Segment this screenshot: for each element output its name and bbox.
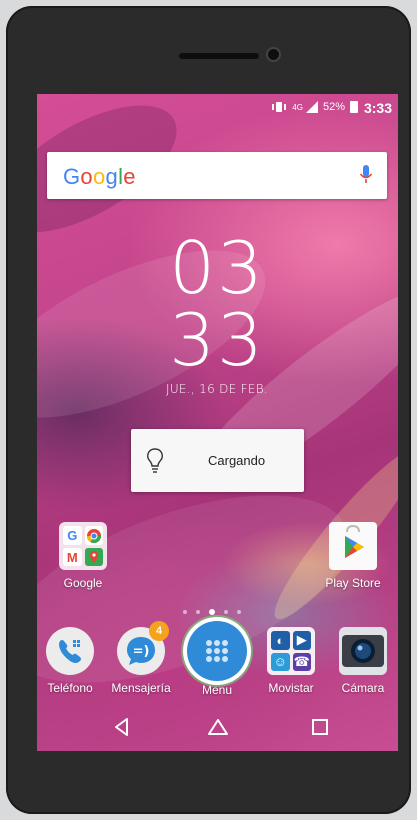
app-label: Teléfono (47, 681, 93, 695)
vibrate-icon (272, 102, 287, 112)
dock-camera[interactable]: Cámara (327, 627, 398, 695)
home-screen: 4G 52% 3:33 Google 03 33 JUE., 16 DE FEB… (37, 94, 398, 751)
phone-icon (46, 627, 94, 675)
clock-minutes: 33 (169, 298, 265, 382)
battery-percent: 52% (322, 101, 345, 113)
unread-badge: 4 (149, 621, 169, 641)
messaging-icon: =) 4 (117, 621, 169, 675)
google-search-bar[interactable]: Google (47, 152, 387, 199)
app-google-folder[interactable]: G M Google (47, 522, 119, 590)
camera-icon (339, 627, 387, 675)
front-camera (266, 47, 281, 62)
clock-widget[interactable]: 03 33 JUE., 16 DE FEB. (137, 232, 297, 396)
home-button[interactable] (203, 714, 233, 740)
app-drawer-icon (187, 621, 247, 681)
dock-phone[interactable]: Teléfono (37, 627, 106, 695)
app-label: Cámara (341, 681, 385, 695)
movistar-folder-icon: ◐ ▶ ☺ ☎ (267, 627, 315, 675)
network-type: 4G (292, 102, 303, 112)
page-dot-current (209, 609, 215, 615)
dock-messaging[interactable]: =) 4 Mensajería (105, 621, 177, 695)
charging-widget[interactable]: Cargando (131, 429, 304, 492)
google-logo: Google (63, 164, 136, 189)
status-time: 3:33 (363, 100, 392, 116)
dock-app-drawer[interactable]: Menu (181, 621, 253, 697)
app-label: Movistar (268, 681, 314, 695)
battery-icon (350, 101, 358, 113)
page-dot (183, 610, 187, 614)
recents-button[interactable] (305, 714, 335, 740)
phone-frame: 4G 52% 3:33 Google 03 33 JUE., 16 DE FEB… (6, 6, 411, 814)
play-store-icon (329, 522, 377, 570)
app-play-store[interactable]: Play Store (317, 522, 389, 590)
app-label: Play Store (325, 576, 381, 590)
status-icons: 4G 52% (271, 101, 358, 113)
app-label: Menu (201, 683, 233, 697)
microphone-icon[interactable] (359, 164, 373, 186)
dock-movistar-folder[interactable]: ◐ ▶ ☺ ☎ Movistar (255, 627, 327, 695)
status-bar: 4G 52% 3:33 (37, 94, 398, 124)
charging-label: Cargando (208, 453, 266, 468)
page-indicator (183, 609, 241, 615)
navigation-bar (37, 704, 398, 751)
svg-text:=): =) (133, 644, 150, 659)
lightbulb-icon (147, 448, 163, 473)
app-label: Google (63, 576, 103, 590)
signal-icon (305, 101, 318, 113)
page-dot (196, 610, 200, 614)
back-button[interactable] (107, 714, 137, 740)
earpiece (179, 53, 259, 59)
page-dot (224, 610, 228, 614)
clock-date: JUE., 16 DE FEB. (165, 382, 269, 396)
page-dot (237, 610, 241, 614)
app-label: Mensajería (111, 681, 171, 695)
clock-hours: 03 (169, 226, 265, 310)
google-folder-icon: G M (59, 522, 107, 570)
